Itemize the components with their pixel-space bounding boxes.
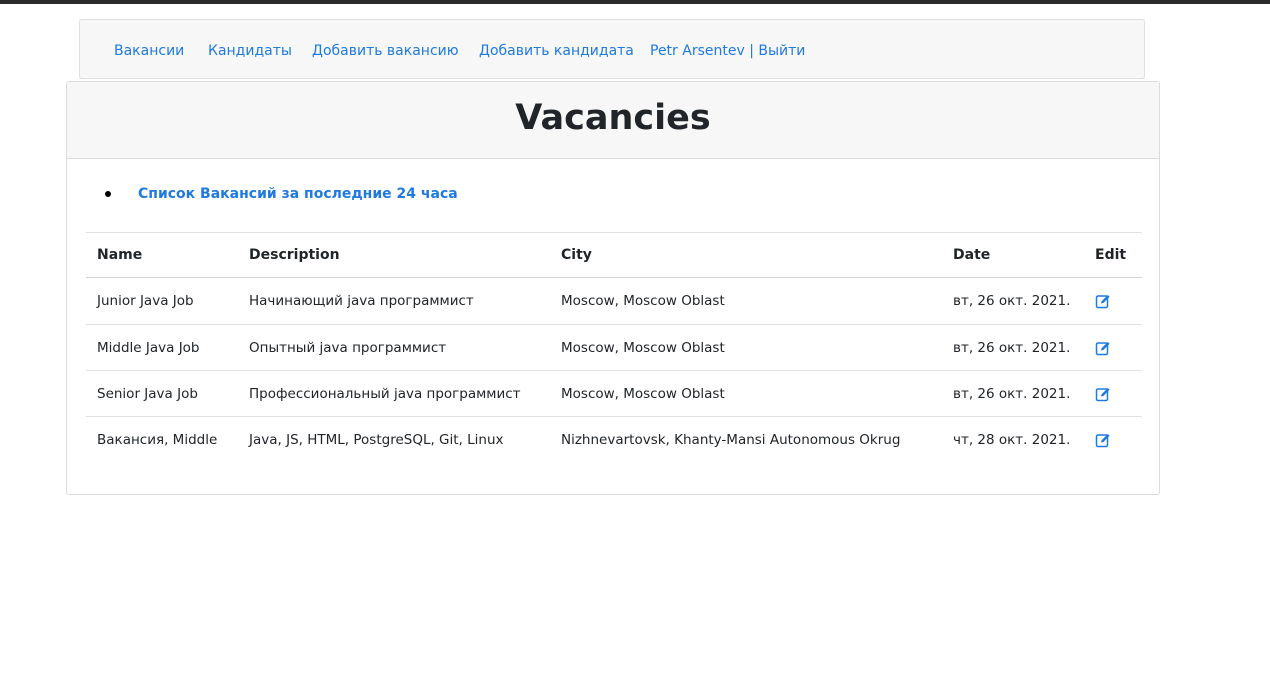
edit-icon[interactable] <box>1095 340 1111 356</box>
cell-description: Java, JS, HTML, PostgreSQL, Git, Linux <box>249 431 504 448</box>
column-header-name: Name <box>97 247 143 263</box>
edit-icon[interactable] <box>1095 432 1111 448</box>
nav-link-user-logout[interactable]: Petr Arsentev | Выйти <box>650 42 805 60</box>
cell-city: Nizhnevartovsk, Khanty-Mansi Autonomous … <box>561 431 901 448</box>
edit-icon[interactable] <box>1095 386 1111 402</box>
cell-date: чт, 28 окт. 2021. <box>953 431 1071 448</box>
column-header-date: Date <box>953 247 991 263</box>
cell-city: Moscow, Moscow Oblast <box>561 385 725 402</box>
cell-date: вт, 26 окт. 2021. <box>953 293 1071 309</box>
edit-cell <box>1095 371 1111 416</box>
edit-cell <box>1095 325 1111 370</box>
cell-name: Junior Java Job <box>97 293 194 309</box>
card-header: Vacancies <box>67 82 1159 159</box>
table-header-row: Name Description City Date Edit <box>86 232 1142 278</box>
cell-name: Middle Java Job <box>97 339 200 356</box>
vacancies-table: Name Description City Date Edit Junior J… <box>86 232 1142 462</box>
table-row: Вакансия, Middle Java, JS, HTML, Postgre… <box>86 416 1142 462</box>
vacancies-card: Vacancies Список Вакансий за последние 2… <box>66 81 1160 495</box>
edit-icon[interactable] <box>1095 293 1111 309</box>
cell-city: Moscow, Moscow Oblast <box>561 293 725 309</box>
list-bullet <box>105 191 111 197</box>
table-row: Middle Java Job Опытный java программист… <box>86 324 1142 370</box>
cell-city: Moscow, Moscow Oblast <box>561 339 725 356</box>
nav-link-candidates[interactable]: Кандидаты <box>208 42 292 60</box>
cell-description: Опытный java программист <box>249 339 447 356</box>
cell-date: вт, 26 окт. 2021. <box>953 339 1071 356</box>
nav-link-vacancies[interactable]: Вакансии <box>114 42 184 60</box>
cell-description: Профессиональный java программист <box>249 385 521 402</box>
cell-description: Начинающий java программист <box>249 293 474 309</box>
nav-link-add-candidate[interactable]: Добавить кандидата <box>479 42 634 60</box>
edit-cell <box>1095 417 1111 462</box>
cell-date: вт, 26 окт. 2021. <box>953 385 1071 402</box>
column-header-description: Description <box>249 247 340 263</box>
top-border <box>0 0 1270 4</box>
recent-vacancies-link[interactable]: Список Вакансий за последние 24 часа <box>138 185 458 203</box>
column-header-edit: Edit <box>1095 247 1127 263</box>
table-row: Junior Java Job Начинающий java программ… <box>86 278 1142 324</box>
table-row: Senior Java Job Профессиональный java пр… <box>86 370 1142 416</box>
column-header-city: City <box>561 247 592 263</box>
cell-name: Senior Java Job <box>97 385 198 402</box>
edit-cell <box>1095 278 1111 324</box>
top-navbar: Вакансии Кандидаты Добавить вакансию Доб… <box>79 19 1145 79</box>
nav-link-add-vacancy[interactable]: Добавить вакансию <box>312 42 459 60</box>
page-title: Vacancies <box>515 98 711 138</box>
cell-name: Вакансия, Middle <box>97 431 218 448</box>
